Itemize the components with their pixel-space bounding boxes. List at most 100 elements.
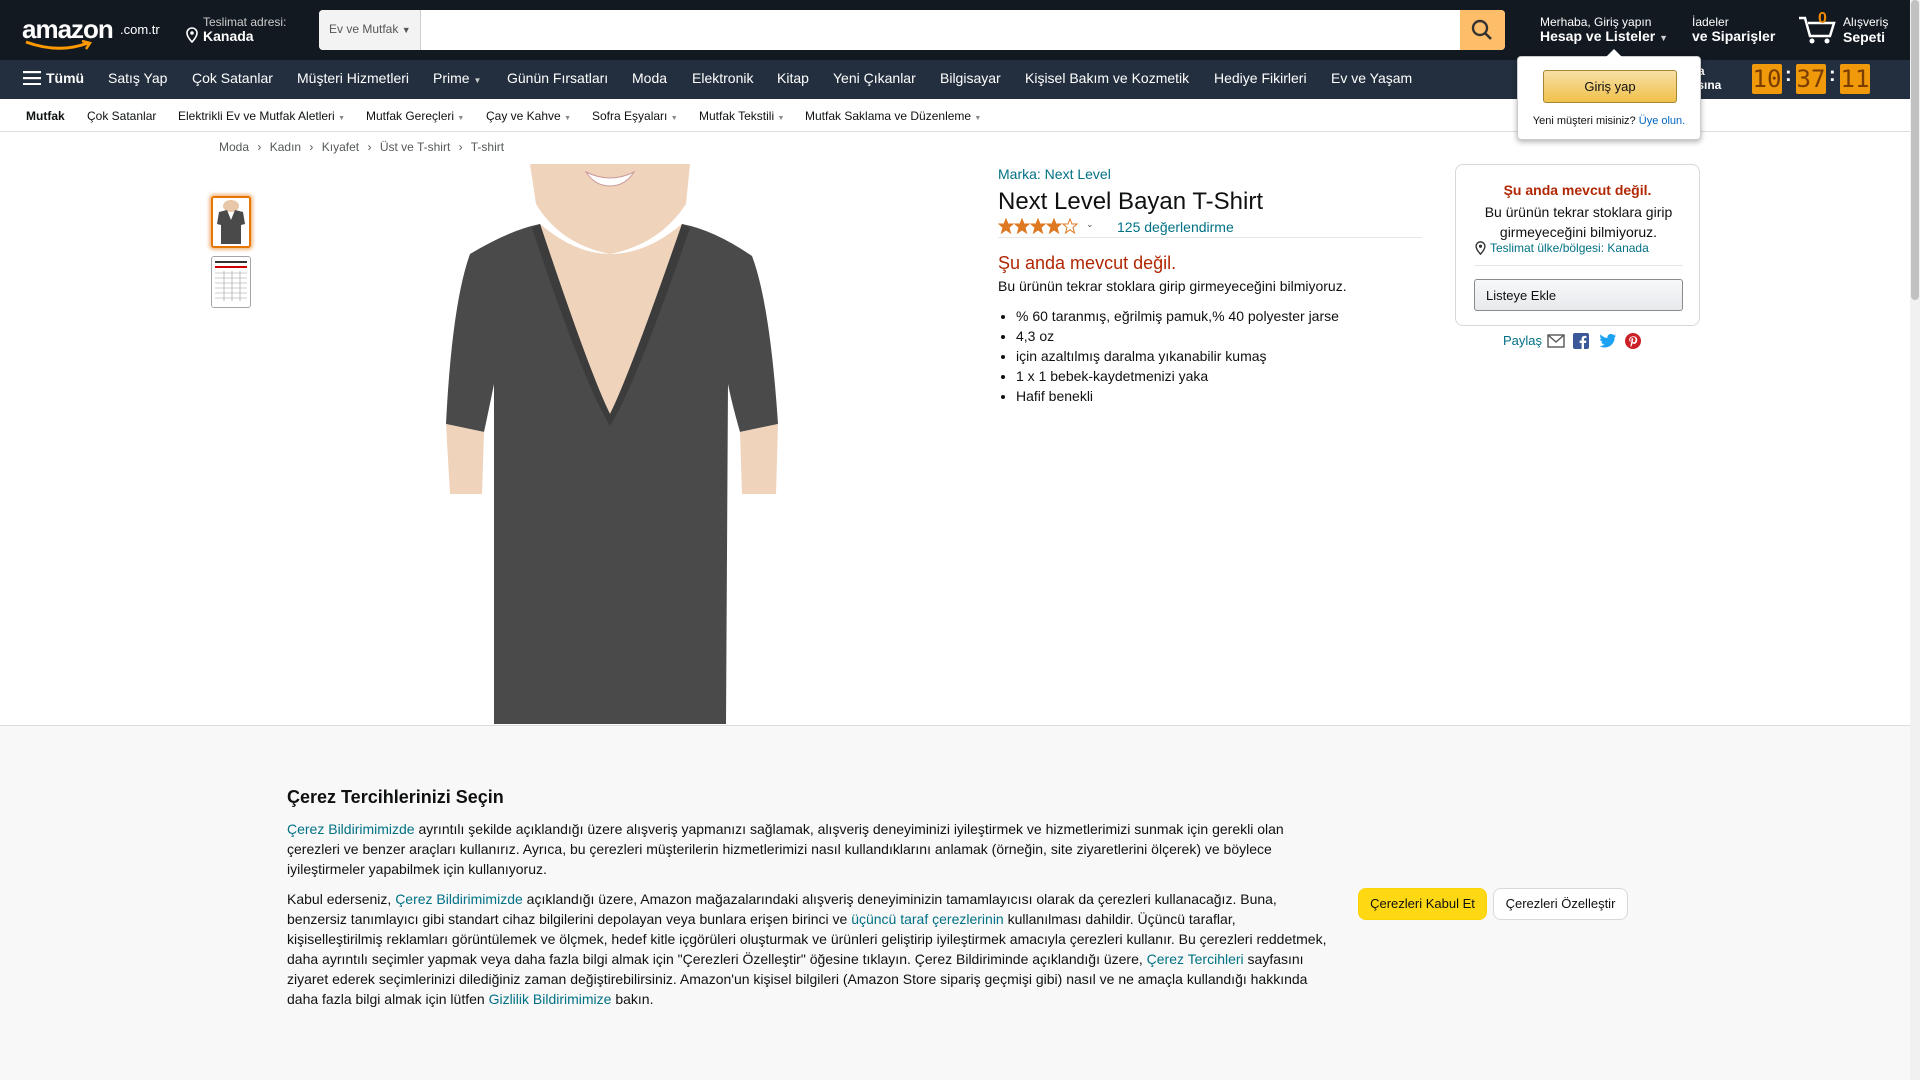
feature-bullet: için azaltılmış daralma yıkanabilir kuma… xyxy=(1016,346,1339,366)
nav-item-fashion[interactable]: Moda xyxy=(632,70,667,86)
cookie-notice-link[interactable]: Çerez Bildirimimizde xyxy=(287,821,415,837)
subnav-label: Sofra Eşyaları xyxy=(592,109,668,123)
caret-down-icon: ▼ xyxy=(777,115,785,122)
countdown-colon: : xyxy=(1829,64,1836,86)
facebook-icon[interactable] xyxy=(1573,333,1589,352)
third-party-cookies-link[interactable]: üçüncü taraf çerezlerinin xyxy=(851,911,1004,927)
brand-link[interactable]: Marka: Next Level xyxy=(998,166,1111,182)
orders-link[interactable]: İadeler ve Siparişler xyxy=(1692,15,1775,43)
accept-cookies-button[interactable]: Çerezleri Kabul Et xyxy=(1358,888,1487,920)
ratings-count-link[interactable]: 125 değerlendirme xyxy=(1117,219,1234,235)
feature-bullet: % 60 taranmış, eğrilmiş pamuk,% 40 polye… xyxy=(1016,306,1339,326)
countdown-minutes: 37 xyxy=(1796,64,1826,94)
subnav-item-tea-coffee[interactable]: Çay ve Kahve ▼ xyxy=(486,109,571,123)
image-thumbnail-1[interactable] xyxy=(211,196,251,248)
cookie-notice-link[interactable]: Çerez Bildirimimizde xyxy=(395,891,523,907)
availability-note: Bu ürünün tekrar stoklara girip girmeyec… xyxy=(998,278,1347,294)
nav-item-personal-care[interactable]: Kişisel Bakım ve Kozmetik xyxy=(1025,70,1189,86)
search-button[interactable] xyxy=(1460,10,1505,50)
nav-item-home-living[interactable]: Ev ve Yaşam xyxy=(1331,70,1412,86)
tshirt-thumbnail-image xyxy=(213,198,249,246)
subnav-label: Mutfak Tekstili xyxy=(699,109,775,123)
delivery-label: Teslimat adresi: xyxy=(203,15,287,29)
scrollbar-thumb[interactable] xyxy=(1911,0,1919,300)
caret-down-icon: ▼ xyxy=(564,115,571,122)
tshirt-model-image xyxy=(390,164,840,724)
subnav-label: Elektrikli Ev ve Mutfak Aletleri xyxy=(178,109,335,123)
share-row: Paylaş xyxy=(1503,333,1641,349)
nav-item-books[interactable]: Kitap xyxy=(777,70,809,86)
nav-item-prime[interactable]: Prime ▼ xyxy=(433,70,481,86)
nav-item-customer-service[interactable]: Müşteri Hizmetleri xyxy=(297,70,409,86)
cookie-preferences-link[interactable]: Çerez Tercihleri xyxy=(1147,951,1244,967)
subnav-item-kitchen[interactable]: Mutfak xyxy=(26,109,65,123)
subnav-item-utensils[interactable]: Mutfak Gereçleri ▼ xyxy=(366,109,464,123)
divider xyxy=(1474,265,1683,266)
nav-item-new-releases[interactable]: Yeni Çıkanlar xyxy=(833,70,916,86)
share-label[interactable]: Paylaş xyxy=(1503,333,1542,348)
top-header: amazon .com.tr Teslimat adresi: Kanada E… xyxy=(0,0,1920,60)
nav-item-sell[interactable]: Satış Yap xyxy=(108,70,167,86)
delivery-value: Kanada xyxy=(203,28,254,44)
caret-down-icon: ▼ xyxy=(670,115,678,122)
subnav-item-appliances[interactable]: Elektrikli Ev ve Mutfak Aletleri ▼ xyxy=(178,109,345,123)
amazon-logo[interactable]: amazon .com.tr xyxy=(20,14,165,50)
search-icon xyxy=(1471,19,1492,40)
nav-item-bestsellers[interactable]: Çok Satanlar xyxy=(192,70,273,86)
customize-cookies-button[interactable]: Çerezleri Özelleştir xyxy=(1493,888,1628,920)
rating-chevron-icon[interactable]: ⌄ xyxy=(1086,219,1094,230)
cart-count: 0 xyxy=(1818,10,1827,27)
cookie-text: bakın. xyxy=(611,991,654,1007)
image-thumbnail-2[interactable] xyxy=(211,256,251,308)
nav-all-label: Tümü xyxy=(46,70,85,86)
pinterest-icon[interactable] xyxy=(1625,333,1641,352)
search-input[interactable] xyxy=(421,10,1460,50)
delivery-country-link[interactable]: Teslimat ülke/bölgesi: Kanada xyxy=(1474,241,1649,256)
twitter-icon[interactable] xyxy=(1599,333,1617,352)
chevron-down-icon: ▼ xyxy=(401,25,411,35)
cart-link[interactable]: 0 Alışveriş Sepeti xyxy=(1797,10,1912,50)
signin-button[interactable]: Giriş yap xyxy=(1543,70,1677,103)
buybox-note: Bu ürünün tekrar stoklara girip girmeyec… xyxy=(1484,204,1673,240)
star-rating-icon[interactable] xyxy=(997,217,1080,239)
subnav-item-textiles[interactable]: Mutfak Tekstili ▼ xyxy=(699,109,784,123)
cookie-text: Kabul ederseniz, xyxy=(287,891,396,907)
privacy-notice-link[interactable]: Gizlilik Bildirimimize xyxy=(489,991,612,1007)
nav-item-electronics[interactable]: Elektronik xyxy=(692,70,753,86)
add-to-list-button[interactable]: Listeye Ekle xyxy=(1474,279,1683,311)
search-category-select[interactable]: Ev ve Mutfak ▼ xyxy=(319,10,421,50)
nav-item-computers[interactable]: Bilgisayar xyxy=(940,70,1001,86)
nav-all-menu[interactable]: Tümü xyxy=(23,70,84,88)
email-icon[interactable] xyxy=(1547,334,1565,351)
breadcrumb-item[interactable]: Kadın xyxy=(270,140,301,154)
breadcrumb-item[interactable]: T-shirt xyxy=(471,140,504,154)
page-scrollbar[interactable] xyxy=(1910,0,1920,1080)
nav-item-gift-ideas[interactable]: Hediye Fikirleri xyxy=(1214,70,1307,86)
subnav-item-tableware[interactable]: Sofra Eşyaları ▼ xyxy=(592,109,678,123)
feature-bullet: Hafif benekli xyxy=(1016,386,1339,406)
delivery-country-label: Teslimat ülke/bölgesi: Kanada xyxy=(1490,241,1649,255)
breadcrumb-separator: › xyxy=(367,140,372,154)
buybox-status: Şu anda mevcut değil. xyxy=(1503,182,1652,198)
cookie-title: Çerez Tercihlerinizi Seçin xyxy=(287,787,504,807)
main-product-image[interactable] xyxy=(390,164,840,724)
countdown-hours: 10 xyxy=(1752,64,1782,94)
orders-line1: İadeler xyxy=(1692,15,1729,29)
nav-item-prime-label: Prime xyxy=(433,70,470,86)
account-menu[interactable]: Merhaba, Giriş yapın Hesap ve Listeler ▼ xyxy=(1540,15,1668,45)
breadcrumb-item[interactable]: Üst ve T-shirt xyxy=(380,140,450,154)
breadcrumb-item[interactable]: Moda xyxy=(219,140,249,154)
signup-link[interactable]: Üye olun. xyxy=(1639,115,1685,127)
new-customer-label: Yeni müşteri misiniz? xyxy=(1532,115,1636,127)
subnav-item-storage[interactable]: Mutfak Saklama ve Düzenleme ▼ xyxy=(805,109,981,123)
signin-flyout: Giriş yap Yeni müşteri misiniz? Üye olun… xyxy=(1517,49,1701,140)
rating-row: ⌄ 125 değerlendirme xyxy=(997,217,1422,239)
delivery-location[interactable]: Teslimat adresi: Kanada xyxy=(185,15,286,43)
hamburger-menu-icon xyxy=(23,71,41,88)
nav-item-deals[interactable]: Günün Fırsatları xyxy=(507,70,608,86)
caret-down-icon: ▼ xyxy=(338,115,345,122)
subnav-item-bestsellers[interactable]: Çok Satanlar xyxy=(87,109,156,123)
caret-down-icon: ▼ xyxy=(974,115,982,122)
breadcrumb-item[interactable]: Kıyafet xyxy=(322,140,359,154)
account-label: Hesap ve Listeler xyxy=(1540,28,1656,44)
